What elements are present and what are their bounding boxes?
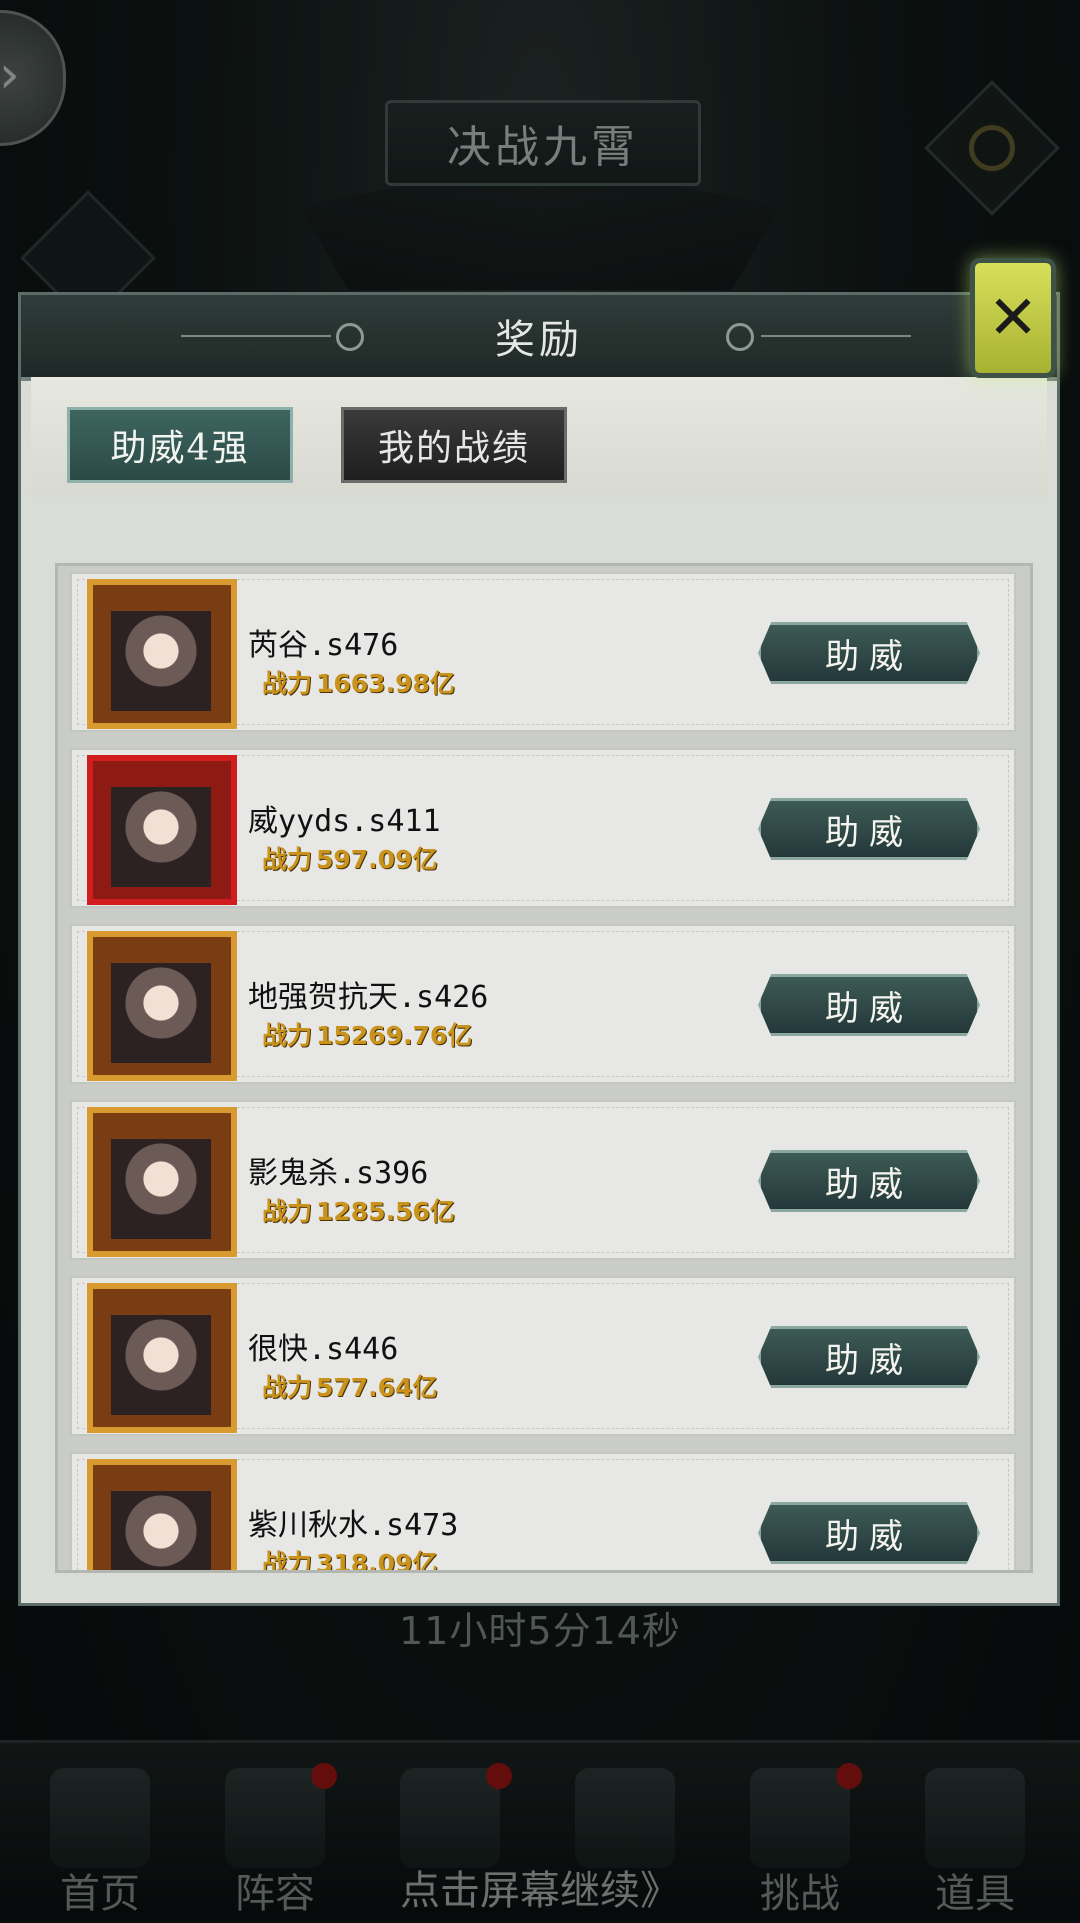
power-label: 战力 bbox=[262, 1549, 313, 1573]
header-ornament-icon bbox=[726, 323, 754, 351]
power-label: 战力 bbox=[262, 669, 313, 698]
avatar[interactable] bbox=[87, 755, 237, 905]
power-value: 15269.76亿 bbox=[316, 1021, 473, 1050]
header-divider bbox=[181, 335, 331, 337]
player-name: 紫川秋水.s473 bbox=[248, 1508, 459, 1543]
power-value: 577.64亿 bbox=[316, 1373, 438, 1402]
cheer-button[interactable]: 助威 bbox=[758, 1502, 980, 1564]
close-button[interactable]: ✕ bbox=[970, 258, 1056, 378]
power-value: 1663.98亿 bbox=[316, 669, 455, 698]
cheer-button[interactable]: 助威 bbox=[758, 798, 980, 860]
avatar[interactable] bbox=[87, 1283, 237, 1433]
player-list[interactable]: 芮谷.s476 战力 1663.98亿 助威 威yyds.s411 战力 597… bbox=[55, 563, 1033, 1573]
power-label: 战力 bbox=[262, 1021, 313, 1050]
cheer-button[interactable]: 助威 bbox=[758, 1326, 980, 1388]
avatar[interactable] bbox=[87, 1459, 237, 1570]
header-divider bbox=[761, 335, 911, 337]
list-item: 紫川秋水.s473 战力 318.09亿 助威 bbox=[70, 1452, 1016, 1573]
power-value: 1285.56亿 bbox=[316, 1197, 455, 1226]
avatar[interactable] bbox=[87, 579, 237, 729]
player-name: 芮谷.s476 bbox=[248, 628, 399, 663]
power-value: 318.09亿 bbox=[316, 1549, 438, 1573]
power-value: 597.09亿 bbox=[316, 845, 438, 874]
player-name: 地强贺抗天.s426 bbox=[248, 980, 489, 1015]
reward-modal: 奖励 助威4强 我的战绩 芮谷.s476 战力 1663.98亿 助威 威yyd… bbox=[18, 292, 1060, 1606]
hero-portrait bbox=[111, 1491, 211, 1570]
hero-portrait bbox=[111, 611, 211, 711]
player-name: 影鬼杀.s396 bbox=[248, 1156, 429, 1191]
tab-my-record[interactable]: 我的战绩 bbox=[341, 407, 567, 483]
modal-header: 奖励 bbox=[21, 295, 1057, 381]
power-label: 战力 bbox=[262, 1373, 313, 1402]
power-label: 战力 bbox=[262, 1197, 313, 1226]
list-item: 很快.s446 战力 577.64亿 助威 bbox=[70, 1276, 1016, 1436]
hero-portrait bbox=[111, 1139, 211, 1239]
player-name: 很快.s446 bbox=[248, 1332, 399, 1367]
close-icon: ✕ bbox=[987, 283, 1039, 353]
avatar[interactable] bbox=[87, 931, 237, 1081]
header-ornament-icon bbox=[336, 323, 364, 351]
modal-title: 奖励 bbox=[495, 317, 583, 363]
hero-portrait bbox=[111, 1315, 211, 1415]
cheer-button[interactable]: 助威 bbox=[758, 974, 980, 1036]
list-item: 芮谷.s476 战力 1663.98亿 助威 bbox=[70, 572, 1016, 732]
cheer-button[interactable]: 助威 bbox=[758, 622, 980, 684]
list-item: 影鬼杀.s396 战力 1285.56亿 助威 bbox=[70, 1100, 1016, 1260]
hero-portrait bbox=[111, 963, 211, 1063]
tab-cheer-top4[interactable]: 助威4强 bbox=[67, 407, 293, 483]
list-item: 威yyds.s411 战力 597.09亿 助威 bbox=[70, 748, 1016, 908]
avatar[interactable] bbox=[87, 1107, 237, 1257]
hero-portrait bbox=[111, 787, 211, 887]
tab-bar: 助威4强 我的战绩 bbox=[31, 377, 1047, 497]
list-item: 地强贺抗天.s426 战力 15269.76亿 助威 bbox=[70, 924, 1016, 1084]
power-label: 战力 bbox=[262, 845, 313, 874]
cheer-button[interactable]: 助威 bbox=[758, 1150, 980, 1212]
player-name: 威yyds.s411 bbox=[248, 804, 441, 839]
